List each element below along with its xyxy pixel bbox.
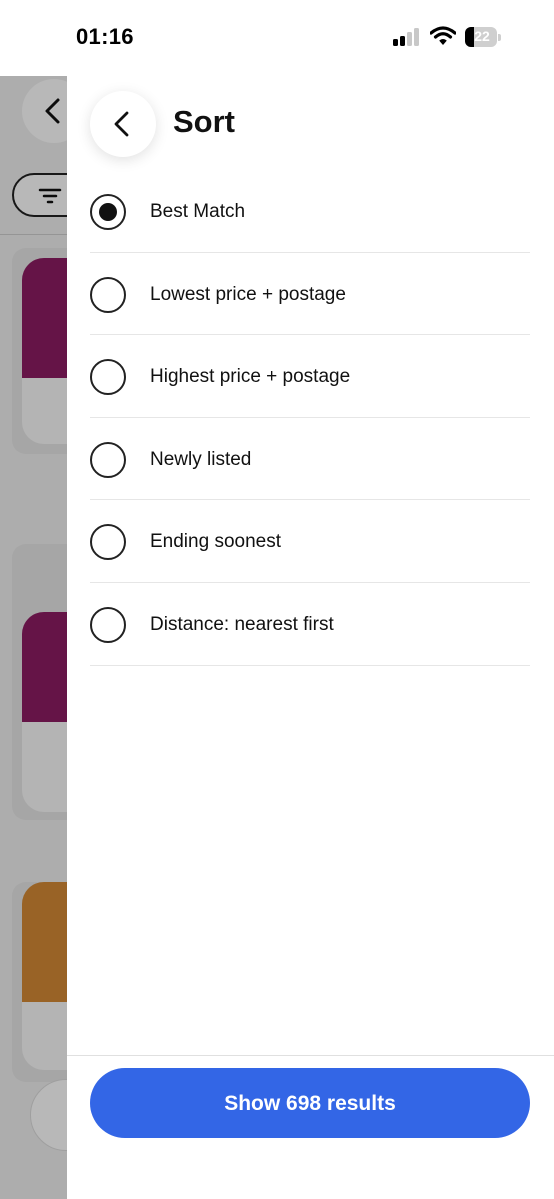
cellular-signal-icon — [393, 28, 423, 46]
radio-button[interactable] — [90, 276, 126, 313]
chevron-left-icon — [114, 111, 129, 137]
radio-button[interactable] — [90, 441, 126, 478]
radio-selected-dot — [99, 203, 117, 221]
sort-panel: Sort Best Match Lowest price + postage H… — [67, 76, 554, 1199]
sort-option-label: Lowest price + postage — [150, 283, 346, 305]
radio-button[interactable] — [90, 606, 126, 643]
sort-option-label: Best Match — [150, 201, 246, 222]
status-bar: 01:16 22 — [0, 0, 554, 76]
sort-option-best-match[interactable]: Best Match — [90, 170, 530, 253]
show-results-button[interactable]: Show 698 results — [90, 1068, 530, 1138]
sort-back-button[interactable] — [90, 91, 156, 157]
radio-button[interactable] — [90, 194, 126, 230]
sort-option-newly-listed[interactable]: Newly listed — [90, 418, 530, 501]
sort-option-label: Ending soonest — [150, 531, 281, 553]
sort-option-ending-soonest[interactable]: Ending soonest — [90, 500, 530, 583]
battery-icon: 22 — [465, 27, 501, 47]
sort-option-distance[interactable]: Distance: nearest first — [90, 583, 530, 666]
battery-level: 22 — [474, 28, 490, 44]
sort-options-list: Best Match Lowest price + postage Highes… — [90, 170, 530, 666]
sort-option-label: Distance: nearest first — [150, 613, 334, 635]
radio-button[interactable] — [90, 524, 126, 561]
status-time: 01:16 — [76, 24, 134, 49]
sort-option-label: Newly listed — [150, 448, 252, 470]
sort-title: Sort — [173, 104, 235, 139]
footer-divider — [67, 1055, 554, 1056]
sort-option-highest-price[interactable]: Highest price + postage — [90, 335, 530, 418]
sort-option-label: Highest price + postage — [150, 366, 351, 388]
wifi-icon — [429, 26, 457, 46]
radio-button[interactable] — [90, 359, 126, 396]
sort-option-lowest-price[interactable]: Lowest price + postage — [90, 253, 530, 336]
